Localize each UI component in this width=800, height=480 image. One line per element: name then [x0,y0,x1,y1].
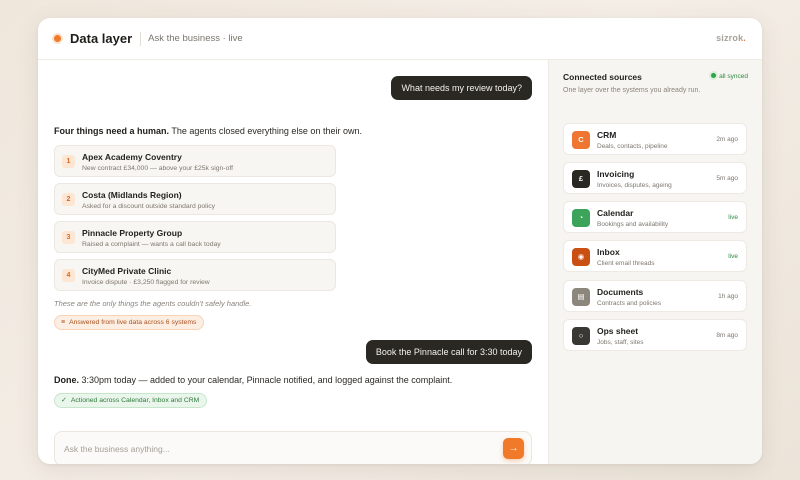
source-item-invoicing[interactable]: £ Invoicing Invoices, disputes, ageing 5… [563,162,747,194]
calendar-icon: ◔ [572,209,590,227]
assistant-answer-2: Done. 3:30pm today — added to your calen… [54,375,452,385]
actioned-badge: ✓ Actioned across Calendar, Inbox and CRM [54,393,208,408]
answer-note: These are the only things the agents cou… [54,299,252,308]
logo-dot: . [743,33,746,43]
review-item[interactable]: 1 Apex Academy Coventry New contract £34… [54,145,336,177]
review-item[interactable]: 4 CityMed Private Clinic Invoice dispute… [54,259,336,291]
header-divider [140,31,142,46]
item-detail: Raised a complaint — wants a call back t… [82,241,221,248]
actioned-badge-label: Actioned across Calendar, Inbox and CRM [70,397,200,404]
source-name: Ops sheet [597,326,639,336]
list-icon: ≡ [61,319,66,326]
sync-status: all synced [711,72,748,80]
app-title: Data layer [70,31,133,46]
chat-panel: What needs my review today? Four things … [38,60,548,464]
source-badge-label: Answered from live data across 6 systems [69,319,197,326]
source-item-documents[interactable]: ▤ Documents Contracts and policies 1h ag… [563,280,747,312]
source-desc: Jobs, staff, sites [597,339,644,346]
logo: sizrok. [716,33,746,43]
source-name: CRM [597,130,617,140]
item-detail: New contract £34,000 — above your £25k s… [82,165,234,172]
sources-sidebar: Connected sources all synced One layer o… [548,60,762,464]
logo-text: sizrok [716,33,744,43]
source-time: live [728,253,738,260]
pound-icon: £ [572,170,590,188]
inbox-icon: ◉ [572,248,590,266]
composer: → [54,431,532,464]
user-message-1: What needs my review today? [391,76,532,100]
item-number: 4 [62,269,75,282]
source-name: Invoicing [597,169,635,179]
app-subtitle: Ask the business · live [148,33,243,44]
item-title: Apex Academy Coventry [82,152,182,162]
answer-1-bold: Four things need a human. [54,126,170,136]
answer-1-rest: The agents closed everything else on the… [169,126,362,136]
answer-2-rest: 3:30pm today — added to your calendar, P… [79,375,453,385]
item-detail: Asked for a discount outside standard po… [82,203,215,210]
item-number: 2 [62,193,75,206]
source-time: 8m ago [716,332,738,339]
app-window: Data layer Ask the business · live sizro… [38,18,762,464]
source-name: Inbox [597,247,620,257]
send-button[interactable]: → [503,438,524,459]
check-icon: ✓ [61,397,67,404]
brand-dot-icon [54,35,61,42]
documents-icon: ▤ [572,288,590,306]
header: Data layer Ask the business · live sizro… [38,18,762,60]
item-title: CityMed Private Clinic [82,266,172,276]
source-time: 2m ago [716,136,738,143]
assistant-answer-1: Four things need a human. The agents clo… [54,126,362,136]
ops-sheet-icon: ○ [572,327,590,345]
source-time: 1h ago [718,293,738,300]
item-number: 1 [62,155,75,168]
answer-2-bold: Done. [54,375,80,385]
source-item-inbox[interactable]: ◉ Inbox Client email threads live [563,240,747,272]
source-item-calendar[interactable]: ◔ Calendar Bookings and availability liv… [563,201,747,233]
crm-icon: C [572,131,590,149]
review-item[interactable]: 3 Pinnacle Property Group Raised a compl… [54,221,336,253]
item-title: Pinnacle Property Group [82,228,183,238]
source-item-crm[interactable]: C CRM Deals, contacts, pipeline 2m ago [563,123,747,155]
source-badge: ≡ Answered from live data across 6 system… [54,315,205,330]
source-desc: Client email threads [597,260,655,267]
item-title: Costa (Midlands Region) [82,190,182,200]
item-number: 3 [62,231,75,244]
source-desc: Bookings and availability [597,221,669,228]
user-message-2: Book the Pinnacle call for 3:30 today [365,340,532,364]
review-item[interactable]: 2 Costa (Midlands Region) Asked for a di… [54,183,336,215]
source-desc: Deals, contacts, pipeline [597,143,668,150]
sync-status-label: all synced [719,73,748,80]
source-name: Calendar [597,208,634,218]
ask-input[interactable] [64,440,484,458]
source-name: Documents [597,287,644,297]
sync-dot-icon [711,72,717,78]
source-time: 5m ago [716,175,738,182]
source-desc: Contracts and policies [597,300,661,307]
arrow-right-icon: → [508,443,519,454]
sidebar-title: Connected sources [563,72,642,82]
source-item-ops-sheet[interactable]: ○ Ops sheet Jobs, staff, sites 8m ago [563,319,747,351]
source-desc: Invoices, disputes, ageing [597,182,672,189]
item-detail: Invoice dispute · £3,250 flagged for rev… [82,279,210,286]
source-time: live [728,214,738,221]
sidebar-subtitle: One layer over the systems you already r… [563,87,701,94]
